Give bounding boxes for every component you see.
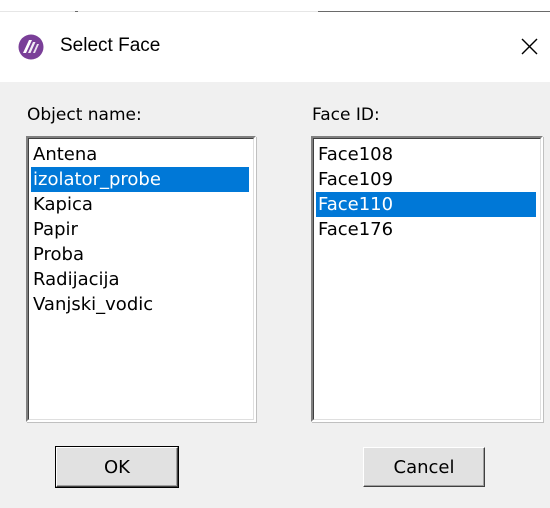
list-item[interactable]: Radijacija [31,267,249,292]
list-item[interactable]: Antena [31,142,249,167]
list-item[interactable]: Proba [31,242,249,267]
list-item[interactable]: Face110 [316,192,536,217]
object-name-label: Object name: [27,105,142,125]
face-id-label: Face ID: [312,105,380,125]
object-name-listbox[interactable]: Antena izolator_probe Kapica Papir Proba… [26,136,256,422]
list-item[interactable]: Face109 [316,167,536,192]
list-item[interactable]: Face108 [316,142,536,167]
ok-button[interactable]: OK [55,446,179,488]
list-item[interactable]: Vanjski_vodic [31,292,249,317]
close-button[interactable] [510,28,550,64]
face-id-listbox[interactable]: Face108 Face109 Face110 Face176 [311,136,543,422]
window-title: Select Face [60,35,161,56]
cancel-button[interactable]: Cancel [363,447,485,487]
close-icon [521,38,538,55]
list-item[interactable]: Face176 [316,217,536,242]
app-logo-icon [18,34,44,60]
list-item[interactable]: Kapica [31,192,249,217]
list-item[interactable]: Papir [31,217,249,242]
list-item[interactable]: izolator_probe [31,167,249,192]
